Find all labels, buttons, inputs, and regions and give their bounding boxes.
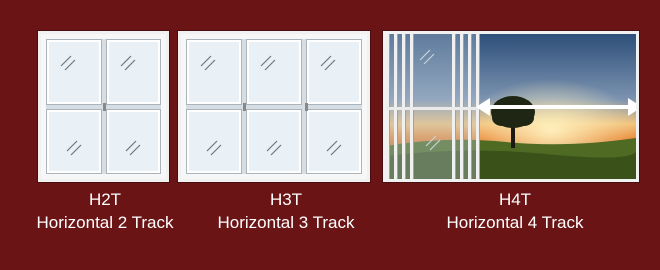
glass-glint-icon <box>119 54 139 74</box>
product-label-h2t: H2T Horizontal 2 Track <box>22 188 188 234</box>
window-h3t <box>178 31 370 182</box>
pane <box>46 108 102 174</box>
pane <box>246 39 302 105</box>
pane <box>306 39 362 105</box>
window-handle <box>103 102 106 111</box>
pane <box>186 108 242 174</box>
pane <box>105 108 161 174</box>
window-h2t <box>38 31 169 182</box>
product-code: H2T <box>88 190 122 209</box>
product-name: Horizontal 2 Track <box>36 213 174 232</box>
pane <box>46 39 102 105</box>
panel-mid-rail <box>386 107 478 110</box>
pane <box>306 108 362 174</box>
window-handle <box>243 102 246 111</box>
glass-glint-icon <box>65 139 85 159</box>
glass-glint-icon <box>199 54 219 74</box>
product-label-h4t: H4T Horizontal 4 Track <box>420 188 610 234</box>
product-label-h3t: H3T Horizontal 3 Track <box>198 188 374 234</box>
glass-glint-icon <box>124 139 144 159</box>
glass-glint-icon <box>424 134 444 154</box>
glass-glint-icon <box>418 48 438 68</box>
glass-glint-icon <box>319 54 339 74</box>
glass-glint-icon <box>325 139 345 159</box>
glass-glint-icon <box>205 139 225 159</box>
window-h3t-glass <box>186 39 362 174</box>
glass-glint-icon <box>265 139 285 159</box>
product-code: H3T <box>269 190 303 209</box>
glass-glint-icon <box>259 54 279 74</box>
glass-glint-icon <box>59 54 79 74</box>
product-name: Horizontal 3 Track <box>217 213 355 232</box>
pane <box>105 39 161 105</box>
window-handle <box>305 102 308 111</box>
pane <box>186 39 242 105</box>
product-code: H4T <box>498 190 532 209</box>
window-h4t <box>383 31 639 182</box>
product-name: Horizontal 4 Track <box>446 213 584 232</box>
pane <box>246 108 302 174</box>
double-arrow-icon <box>476 96 636 118</box>
